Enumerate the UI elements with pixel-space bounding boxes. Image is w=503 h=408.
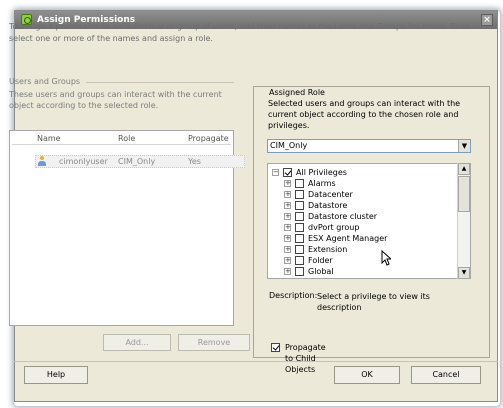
expand-icon[interactable]: + <box>284 224 291 231</box>
scroll-thumb[interactable] <box>458 176 470 212</box>
assigned-role-label: Assigned Role <box>268 88 326 97</box>
ok-button[interactable]: OK <box>334 366 400 384</box>
column-header-role[interactable]: Role <box>118 133 135 144</box>
privileges-scrollbar[interactable]: ▲ ▼ <box>457 163 470 279</box>
propagate-label: Propagate to Child Objects <box>285 343 326 374</box>
privilege-label: All Privileges <box>296 168 347 177</box>
privileges-tree[interactable]: − All Privileges + Alarms + Datacenter +… <box>267 163 471 279</box>
user-icon <box>38 156 46 167</box>
header-divider <box>12 144 231 145</box>
privilege-checkbox[interactable] <box>295 245 304 254</box>
expand-icon[interactable]: + <box>284 213 291 220</box>
expand-icon[interactable]: + <box>284 235 291 242</box>
privilege-label: Global <box>308 267 334 276</box>
users-groups-divider <box>86 82 234 83</box>
expand-icon[interactable]: + <box>284 202 291 209</box>
expand-icon[interactable]: + <box>284 191 291 198</box>
privilege-label: Extension <box>308 245 348 254</box>
row-propagate-cell: Yes <box>188 157 201 166</box>
privilege-label: dvPort group <box>308 223 360 232</box>
add-button[interactable]: Add... <box>103 334 171 351</box>
scroll-up-icon[interactable]: ▲ <box>458 163 470 175</box>
privilege-checkbox[interactable] <box>295 201 304 210</box>
privilege-checkbox[interactable] <box>295 190 304 199</box>
privilege-checkbox[interactable] <box>295 234 304 243</box>
remove-button[interactable]: Remove <box>178 334 250 351</box>
privilege-checkbox[interactable] <box>283 168 292 177</box>
expand-icon[interactable]: + <box>284 246 291 253</box>
privilege-label: Folder <box>308 256 333 265</box>
privilege-label: ESX Agent Manager <box>308 234 388 243</box>
privilege-label: Alarms <box>308 179 336 188</box>
description-label: Description: <box>269 291 318 300</box>
collapse-icon[interactable]: − <box>272 169 279 176</box>
users-groups-label: Users and Groups <box>9 77 81 86</box>
scroll-down-icon[interactable]: ▼ <box>458 267 470 279</box>
propagate-checkbox[interactable] <box>271 343 280 352</box>
row-name-cell: cimonlyuser <box>59 157 108 166</box>
description-text: Select a privilege to view its descripti… <box>317 292 430 312</box>
help-button[interactable]: Help <box>24 366 88 384</box>
cancel-button[interactable]: Cancel <box>411 366 481 384</box>
expand-icon[interactable]: + <box>284 180 291 187</box>
privilege-label: Datastore <box>308 201 348 210</box>
assigned-role-description: Selected users and groups can interact w… <box>268 99 461 130</box>
privilege-checkbox[interactable] <box>295 267 304 276</box>
privilege-label: Datacenter <box>308 190 353 199</box>
close-button[interactable]: × <box>481 14 493 26</box>
privilege-checkbox[interactable] <box>295 223 304 232</box>
privilege-checkbox[interactable] <box>295 179 304 188</box>
column-header-name[interactable]: Name <box>37 133 61 144</box>
role-dropdown[interactable]: CIM_Only ▼ <box>267 139 471 153</box>
footer-divider <box>14 361 498 362</box>
chevron-down-icon[interactable]: ▼ <box>458 140 470 152</box>
role-dropdown-value: CIM_Only <box>270 141 308 150</box>
expand-icon[interactable]: + <box>284 268 291 275</box>
privilege-checkbox[interactable] <box>295 212 304 221</box>
column-header-propagate[interactable]: Propagate <box>188 133 229 144</box>
intro-text: To assign a permission to an individual … <box>9 22 470 43</box>
expand-icon[interactable]: + <box>284 257 291 264</box>
privilege-checkbox[interactable] <box>295 256 304 265</box>
users-groups-description: These users and groups can interact with… <box>9 90 222 110</box>
row-role-cell: CIM_Only <box>118 157 156 166</box>
mouse-pointer-icon <box>381 250 391 266</box>
privilege-label: Datastore cluster <box>308 212 378 221</box>
